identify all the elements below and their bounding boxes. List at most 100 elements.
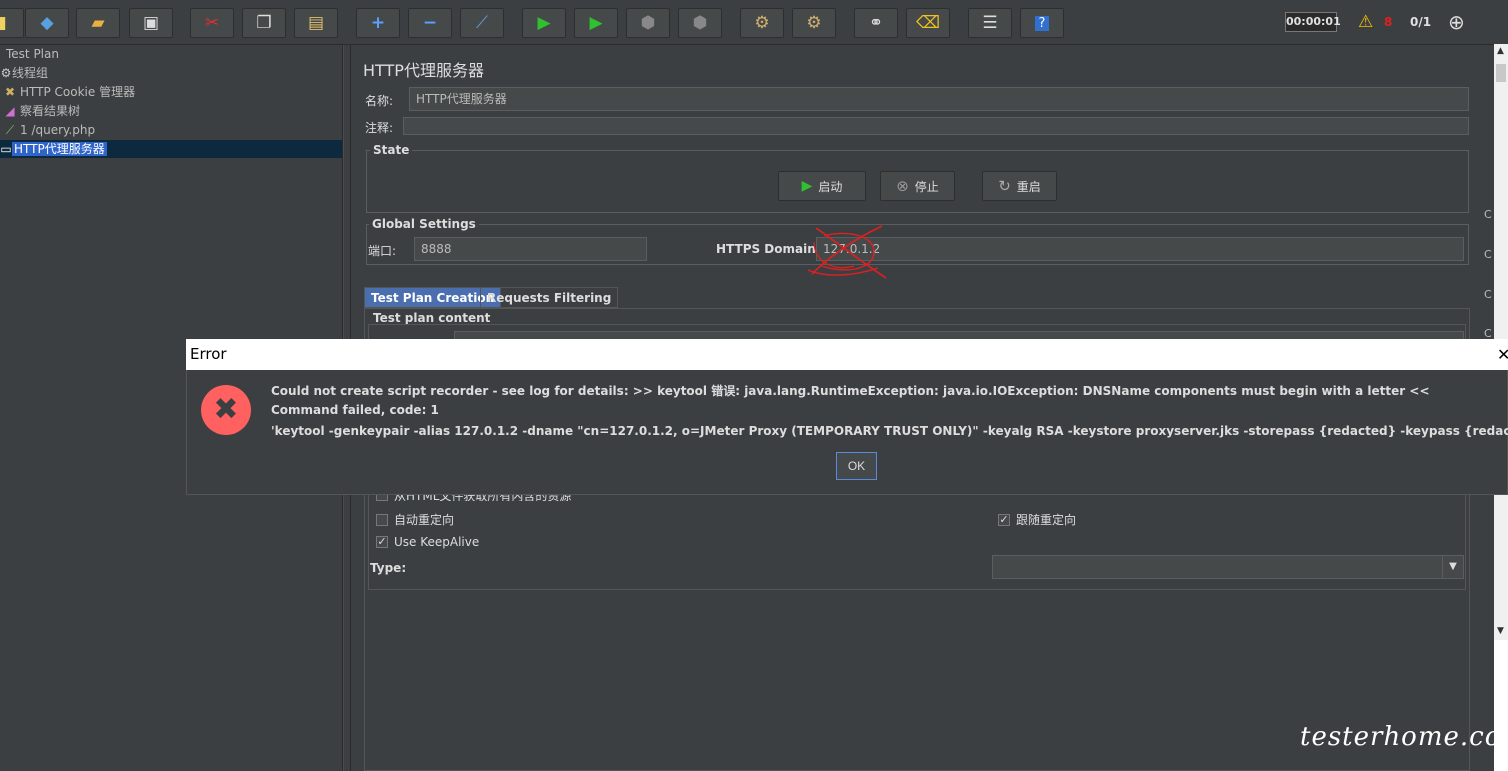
tree-item-http-proxy[interactable]: ▭ HTTP代理服务器 xyxy=(0,140,342,158)
global-settings-title: Global Settings xyxy=(369,217,479,231)
error-message-line-1: Could not create script recorder - see l… xyxy=(271,384,1430,398)
start-icon: ▶ xyxy=(537,13,551,33)
search-button[interactable]: ⚭ xyxy=(854,8,898,38)
keepalive-checkbox[interactable]: ✓ xyxy=(376,536,388,548)
shutdown-button[interactable]: ⬢ xyxy=(678,8,722,38)
scrollbar-thumb[interactable] xyxy=(1496,64,1506,82)
restart-icon: ↻ xyxy=(998,177,1011,195)
restart-proxy-button[interactable]: ↻ 重启 xyxy=(982,171,1057,201)
auto-redirect-checkbox[interactable] xyxy=(376,513,388,526)
document-icon: ▭ xyxy=(0,142,12,156)
clear-all-icon: ⚙ xyxy=(806,13,822,33)
copy-button[interactable]: ❐ xyxy=(242,8,286,38)
scroll-down-icon[interactable]: ▼ xyxy=(1497,626,1504,636)
remote-icon[interactable]: ⊕ xyxy=(1448,10,1465,34)
stop-button[interactable]: ⬢ xyxy=(626,8,670,38)
name-field[interactable]: HTTP代理服务器 xyxy=(409,87,1469,111)
stop-circle-icon: ⊗ xyxy=(896,177,909,195)
tree-item-query-sampler[interactable]: ⟋ 1 /query.php xyxy=(0,121,95,139)
dialog-title: Error xyxy=(190,345,227,363)
function-helper-button[interactable]: ☰ xyxy=(968,8,1012,38)
state-group-title: State xyxy=(370,143,413,157)
elapsed-timer: 00:00:01 xyxy=(1285,12,1341,32)
warning-icon[interactable]: ⚠ xyxy=(1358,12,1373,32)
tree-item-cookie-manager[interactable]: ✖ HTTP Cookie 管理器 xyxy=(0,83,135,101)
new-button[interactable]: ▮ xyxy=(0,8,24,38)
name-label: 名称: xyxy=(365,94,394,108)
shutdown-icon: ⬢ xyxy=(692,13,708,33)
comment-label: 注释: xyxy=(365,121,394,135)
chart-icon: ◢ xyxy=(5,104,15,118)
open-button[interactable]: ▰ xyxy=(76,8,120,38)
close-icon[interactable]: ✕ xyxy=(1497,339,1508,370)
error-icon: ✖ xyxy=(201,385,251,435)
toggle-icon: ⟋ xyxy=(476,13,488,33)
edge-clip-mark: C xyxy=(1484,288,1492,301)
clear-all-button[interactable]: ⚙ xyxy=(792,8,836,38)
follow-redirect-checkbox[interactable]: ✓ xyxy=(998,513,1010,526)
pipette-icon: ⟋ xyxy=(5,123,15,137)
cut-button[interactable]: ✂ xyxy=(190,8,234,38)
paste-icon: ▤ xyxy=(307,13,325,33)
port-field[interactable]: 8888 xyxy=(414,237,647,261)
toolbar: ▮ ◆ ▰ ▣ ✂ ❐ ▤ + − ⟋ ▶ ▶ ⬢ ⬢ ⚙ ⚙ ⚭ ⌫ ☰ ? xyxy=(0,0,1494,45)
test-plan-content-title: Test plan content xyxy=(370,311,494,325)
templates-button[interactable]: ◆ xyxy=(25,8,69,38)
start-proxy-button[interactable]: ▶ 启动 xyxy=(778,171,866,201)
clear-button[interactable]: ⚙ xyxy=(740,8,784,38)
watermark-text: testerhome.com xyxy=(1300,722,1508,752)
stop-proxy-button[interactable]: ⊗ 停止 xyxy=(880,171,955,201)
toggle-button[interactable]: ⟋ xyxy=(460,8,504,38)
reset-search-icon: ⌫ xyxy=(915,13,941,33)
cut-icon: ✂ xyxy=(204,13,220,33)
edge-clip-mark: C xyxy=(1484,248,1492,261)
tools-icon: ✖ xyxy=(4,85,16,99)
collapse-icon: − xyxy=(422,13,438,33)
expand-icon: + xyxy=(370,13,386,33)
help-button[interactable]: ? xyxy=(1020,8,1064,38)
comment-field[interactable] xyxy=(403,117,1469,135)
paste-button[interactable]: ▤ xyxy=(294,8,338,38)
start-button[interactable]: ▶ xyxy=(522,8,566,38)
https-domains-field[interactable]: 127.0.1.2 xyxy=(816,237,1464,261)
help-icon: ? xyxy=(1034,15,1050,31)
page-title: HTTP代理服务器 xyxy=(363,61,484,80)
open-icon: ▰ xyxy=(91,13,105,33)
templates-icon: ◆ xyxy=(40,13,54,33)
auto-redirect-option[interactable]: 自动重定向 xyxy=(376,511,454,528)
active-threads: 0/1 xyxy=(1410,15,1432,29)
new-icon: ▮ xyxy=(0,13,7,33)
start-no-pauses-button[interactable]: ▶ xyxy=(574,8,618,38)
edge-clip-mark: C xyxy=(1484,208,1492,221)
port-label: 端口: xyxy=(368,244,397,258)
dialog-titlebar[interactable] xyxy=(186,339,1508,370)
follow-redirect-option[interactable]: ✓ 跟随重定向 xyxy=(998,511,1076,528)
save-button[interactable]: ▣ xyxy=(129,8,173,38)
save-icon: ▣ xyxy=(142,13,160,33)
expand-button[interactable]: + xyxy=(356,8,400,38)
warning-count: 8 xyxy=(1384,15,1393,29)
collapse-button[interactable]: − xyxy=(408,8,452,38)
error-message-line-3: 'keytool -genkeypair -alias 127.0.1.2 -d… xyxy=(271,424,1508,438)
type-label: Type: xyxy=(370,561,407,575)
ok-button[interactable]: OK xyxy=(836,452,877,480)
type-select[interactable]: ▼ xyxy=(992,555,1464,579)
chevron-down-icon: ▼ xyxy=(1442,556,1463,578)
function-helper-icon: ☰ xyxy=(982,13,998,33)
error-message-line-2: Command failed, code: 1 xyxy=(271,403,439,417)
stop-icon: ⬢ xyxy=(640,13,656,33)
search-icon: ⚭ xyxy=(868,13,884,33)
keepalive-option[interactable]: ✓ Use KeepAlive xyxy=(376,535,479,549)
tree-item-view-results-tree[interactable]: ◢ 察看结果树 xyxy=(0,102,80,120)
gear-icon: ⚙ xyxy=(0,66,12,80)
tree-item-thread-group[interactable]: ⚙线程组 xyxy=(0,64,48,82)
start-no-pauses-icon: ▶ xyxy=(589,13,603,33)
reset-search-button[interactable]: ⌫ xyxy=(906,8,950,38)
clear-icon: ⚙ xyxy=(754,13,770,33)
scroll-up-icon[interactable]: ▲ xyxy=(1497,46,1504,56)
tree-item-test-plan[interactable]: Test Plan xyxy=(0,45,59,63)
red-scribble-annotation xyxy=(807,225,887,279)
play-icon: ▶ xyxy=(801,178,813,194)
copy-icon: ❐ xyxy=(256,13,272,33)
tab-requests-filtering[interactable]: Requests Filtering xyxy=(480,287,619,308)
